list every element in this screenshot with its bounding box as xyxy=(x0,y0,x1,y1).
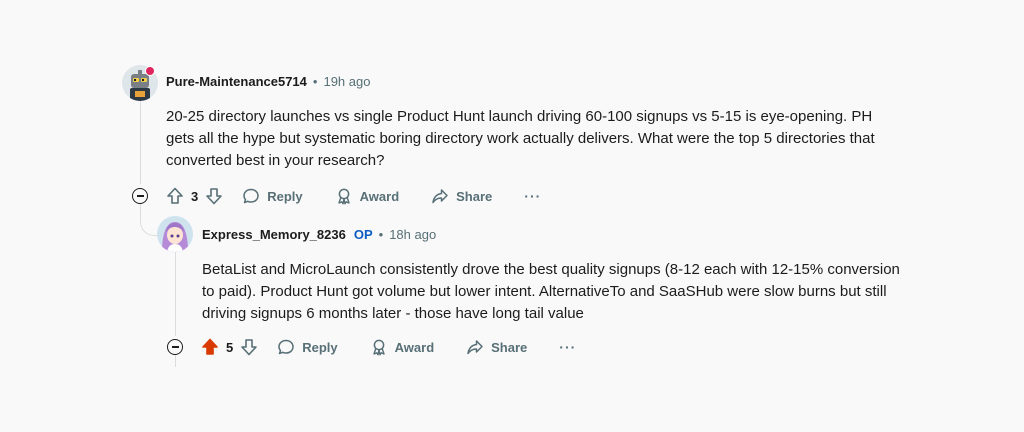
arrow-up-icon xyxy=(167,187,183,204)
upvote-button[interactable] xyxy=(200,337,220,357)
comment-actions: 3 Reply Award Share ··· xyxy=(165,180,541,212)
comment-line: converted best in your research? xyxy=(166,152,385,169)
comment-line: gets all the hype but systematic boring … xyxy=(166,130,875,147)
collapse-button[interactable] xyxy=(167,339,183,355)
collapse-button[interactable] xyxy=(132,188,148,204)
username[interactable]: Express_Memory_8236 xyxy=(202,227,346,242)
thread-line-parent xyxy=(140,100,141,184)
award-ribbon-icon xyxy=(337,188,350,205)
downvote-button[interactable] xyxy=(204,186,224,206)
timestamp[interactable]: 19h ago xyxy=(323,74,370,89)
vote-count: 3 xyxy=(191,188,199,204)
username[interactable]: Pure-Maintenance5714 xyxy=(166,74,307,89)
comment-line: to paid). Product Hunt got volume but lo… xyxy=(202,283,887,300)
timestamp[interactable]: 18h ago xyxy=(389,227,436,242)
more-options-button[interactable]: ··· xyxy=(524,188,541,204)
vote-group: 3 xyxy=(165,186,224,206)
arrow-down-icon xyxy=(241,339,258,356)
comment-line: 20-25 directory launches vs single Produ… xyxy=(166,108,873,125)
avatar[interactable] xyxy=(157,216,193,252)
separator-dot: • xyxy=(312,74,318,89)
comment-line: BetaList and MicroLaunch consistently dr… xyxy=(202,261,900,278)
thread-line-reply-tail xyxy=(175,355,176,367)
thread-line-reply xyxy=(175,252,176,336)
reply-label: Reply xyxy=(267,188,303,204)
anime-avatar-icon xyxy=(157,216,193,252)
share-arrow-icon xyxy=(432,189,448,204)
reply-button[interactable]: Reply xyxy=(242,187,303,205)
award-button[interactable]: Award xyxy=(335,187,400,205)
award-button[interactable]: Award xyxy=(370,338,435,356)
award-label: Award xyxy=(359,188,400,204)
comment-body: BetaList and MicroLaunch consistently dr… xyxy=(202,259,962,325)
reply-button[interactable]: Reply xyxy=(277,338,338,356)
separator-dot: • xyxy=(378,227,384,242)
comment-line: driving signups 6 months later - those h… xyxy=(202,305,584,322)
more-options-button[interactable]: ··· xyxy=(559,339,576,355)
comment-actions: 5 Reply Award Share ··· xyxy=(200,331,576,363)
arrow-down-icon xyxy=(206,188,223,205)
comment-meta: Express_Memory_8236 OP • 18h ago xyxy=(202,227,436,242)
share-arrow-icon xyxy=(467,340,483,355)
downvote-button[interactable] xyxy=(239,337,259,357)
reply-label: Reply xyxy=(302,339,338,355)
comment-meta: Pure-Maintenance5714 • 19h ago xyxy=(166,74,370,89)
arrow-up-icon xyxy=(202,338,218,355)
vote-count: 5 xyxy=(226,339,234,355)
upvote-button[interactable] xyxy=(165,186,185,206)
share-button[interactable]: Share xyxy=(431,187,492,205)
share-button[interactable]: Share xyxy=(466,338,527,356)
award-ribbon-icon xyxy=(372,339,385,356)
award-label: Award xyxy=(394,339,435,355)
op-badge: OP xyxy=(353,227,373,242)
share-label: Share xyxy=(491,339,528,355)
comment-thread: Pure-Maintenance5714 • 19h ago 20-25 dir… xyxy=(0,0,1024,432)
speech-bubble-icon xyxy=(278,339,294,355)
comment-body: 20-25 directory launches vs single Produ… xyxy=(166,106,946,172)
share-label: Share xyxy=(456,188,493,204)
vote-group: 5 xyxy=(200,337,259,357)
speech-bubble-icon xyxy=(243,188,259,204)
online-status-dot xyxy=(145,66,155,76)
